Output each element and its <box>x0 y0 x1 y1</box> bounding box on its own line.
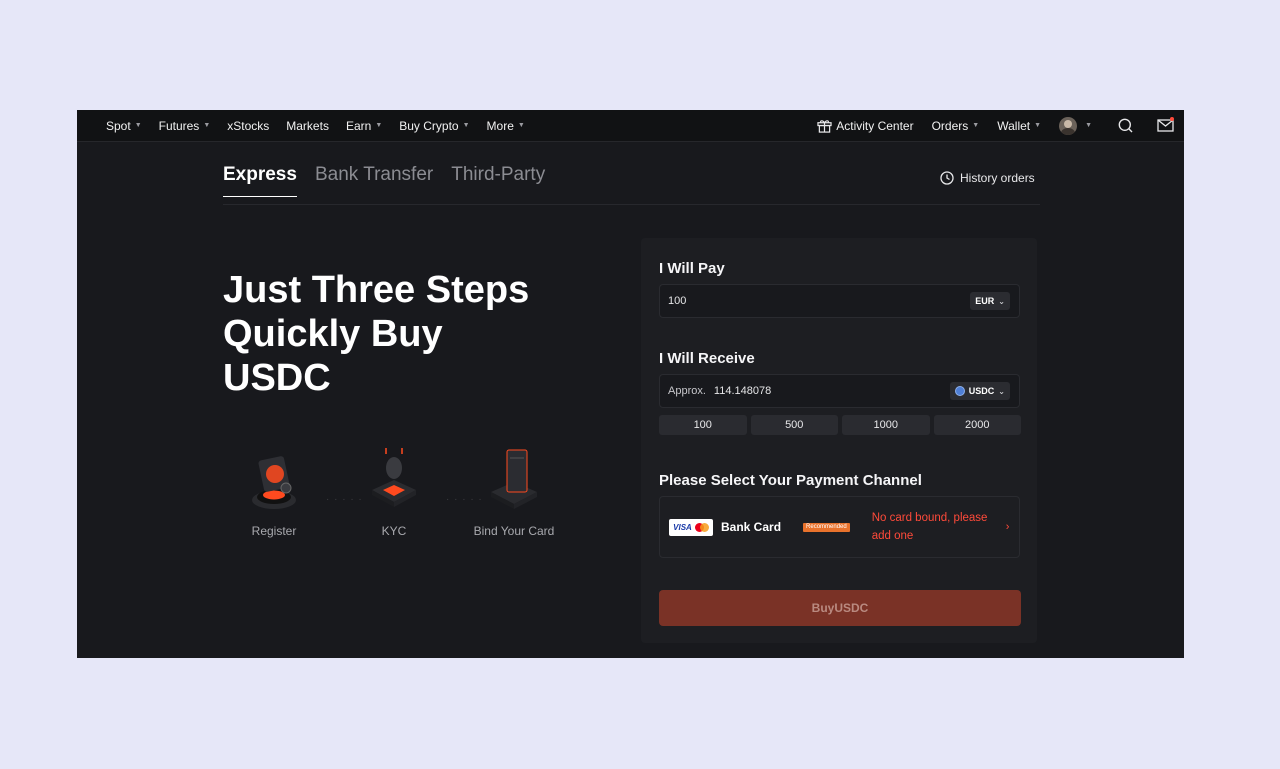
mastercard-icon <box>694 522 709 532</box>
quick-amount-100[interactable]: 100 <box>659 415 747 435</box>
activity-center-label: Activity Center <box>836 118 914 133</box>
visa-logo: VISA <box>673 522 692 532</box>
chevron-down-icon: ⌄ <box>998 386 1005 396</box>
kyc-illustration <box>359 440 429 516</box>
nav-wallet-label: Wallet <box>997 118 1031 133</box>
nav-earn[interactable]: Earn ▼ <box>346 119 382 133</box>
caret-down-icon: ▼ <box>203 122 211 129</box>
search-button[interactable] <box>1116 117 1134 135</box>
no-card-warning: No card bound, please add one <box>871 512 988 542</box>
pay-currency-select[interactable]: EUR ⌄ <box>970 292 1010 310</box>
nav-more-label: More <box>486 118 514 133</box>
hero-line-2: Quickly Buy <box>223 313 443 355</box>
chevron-right-icon: › <box>1005 521 1010 533</box>
gift-icon <box>817 119 832 133</box>
notification-dot <box>1170 116 1174 121</box>
mail-icon <box>1156 119 1174 132</box>
card-brands-logo: VISA <box>669 518 713 536</box>
search-icon <box>1118 118 1132 133</box>
nav-buy-crypto-label: Buy Crypto <box>399 118 459 133</box>
receive-currency-label: USDC <box>968 386 995 396</box>
pay-title: I Will Pay <box>659 260 725 277</box>
quick-amount-1000[interactable]: 1000 <box>842 415 930 435</box>
quick-amounts: 100 500 1000 2000 <box>659 415 1021 435</box>
messages-button[interactable] <box>1156 116 1174 135</box>
caret-down-icon: ▼ <box>517 122 525 129</box>
approx-label: Approx. <box>668 385 706 397</box>
nav-spot-label: Spot <box>106 118 131 133</box>
usdc-coin-icon <box>954 386 965 396</box>
nav-markets-label: Markets <box>286 118 329 133</box>
nav-earn-label: Earn <box>345 118 372 133</box>
payment-method-label: Bank Card <box>721 520 782 534</box>
nav-orders[interactable]: Orders ▼ <box>932 119 980 133</box>
nav-more[interactable]: More ▼ <box>487 119 525 133</box>
top-nav: Spot ▼ Futures ▼ xStocks Markets Earn ▼ Buy… <box>77 110 1184 142</box>
step-label: Bind Your Card <box>473 524 555 538</box>
nav-orders-label: Orders <box>931 118 969 133</box>
tab-third-party[interactable]: Third-Party <box>451 164 545 197</box>
caret-down-icon: ▼ <box>1085 122 1092 129</box>
tab-express[interactable]: Express <box>223 164 297 197</box>
buy-form-card: I Will Pay 100 EUR ⌄ I Will Receive Appr… <box>641 238 1037 643</box>
nav-spot[interactable]: Spot ▼ <box>106 119 142 133</box>
step-label: KYC <box>381 524 407 538</box>
receive-title: I Will Receive <box>659 350 755 367</box>
payment-channel-bank-card[interactable]: VISA Bank Card Recommended No card bound… <box>659 496 1020 558</box>
nav-markets[interactable]: Markets <box>286 119 329 133</box>
receive-amount-value: 114.148078 <box>713 385 772 397</box>
receive-amount-field[interactable]: Approx. 114.148078 USDC ⌄ <box>659 374 1020 408</box>
recommended-badge: Recommended <box>803 522 850 532</box>
hero-line-1: Just Three Steps <box>223 269 530 311</box>
caret-down-icon: ▼ <box>972 122 980 129</box>
caret-down-icon: ▼ <box>1034 122 1042 129</box>
nav-xstocks[interactable]: xStocks <box>227 119 269 133</box>
caret-down-icon: ▼ <box>462 122 470 129</box>
nav-futures-label: Futures <box>158 118 200 133</box>
register-illustration <box>239 440 309 516</box>
step-label: Register <box>251 524 297 538</box>
nav-xstocks-label: xStocks <box>227 118 270 133</box>
step-register: Register <box>214 440 334 538</box>
quick-amount-2000[interactable]: 2000 <box>933 415 1021 435</box>
nav-activity-center[interactable]: Activity Center <box>817 118 914 133</box>
nav-left: Spot ▼ Futures ▼ xStocks Markets Earn ▼ Buy… <box>77 119 542 133</box>
hero-line-3: USDC <box>223 357 331 399</box>
receive-currency-select[interactable]: USDC ⌄ <box>949 382 1010 400</box>
pay-currency-label: EUR <box>975 296 995 306</box>
chevron-down-icon: ⌄ <box>998 296 1005 306</box>
nav-futures[interactable]: Futures ▼ <box>159 119 211 133</box>
history-orders-label: History orders <box>960 171 1035 185</box>
clock-icon <box>940 171 954 185</box>
profile-menu[interactable]: ▼ <box>1059 116 1092 135</box>
payment-channel-title: Please Select Your Payment Channel <box>659 472 922 489</box>
bind-card-illustration <box>479 440 549 516</box>
avatar <box>1059 116 1078 135</box>
buy-usdc-button[interactable]: BuyUSDC <box>659 590 1021 626</box>
step-bind-card: Bind Your Card <box>454 440 574 538</box>
caret-down-icon: ▼ <box>134 122 142 129</box>
pay-amount-field[interactable]: 100 EUR ⌄ <box>659 284 1020 318</box>
history-orders-link[interactable]: History orders <box>940 171 1035 185</box>
hero-heading: Just Three Steps Quickly Buy USDC <box>223 268 583 400</box>
pay-amount-input[interactable]: 100 <box>668 295 686 307</box>
receive-amount: Approx. 114.148078 <box>668 385 771 397</box>
tab-bank-transfer[interactable]: Bank Transfer <box>315 164 433 197</box>
nav-right: Activity Center Orders ▼ Wallet ▼ ▼ <box>817 116 1184 135</box>
nav-wallet[interactable]: Wallet ▼ <box>997 119 1041 133</box>
tabs-divider <box>223 204 1040 205</box>
nav-buy-crypto[interactable]: Buy Crypto ▼ <box>399 119 469 133</box>
app-window: Spot ▼ Futures ▼ xStocks Markets Earn ▼ Buy… <box>77 110 1184 658</box>
step-kyc: KYC <box>334 440 454 538</box>
buy-method-tabs: Express Bank Transfer Third-Party <box>223 164 545 197</box>
quick-amount-500[interactable]: 500 <box>750 415 838 435</box>
caret-down-icon: ▼ <box>375 122 383 129</box>
